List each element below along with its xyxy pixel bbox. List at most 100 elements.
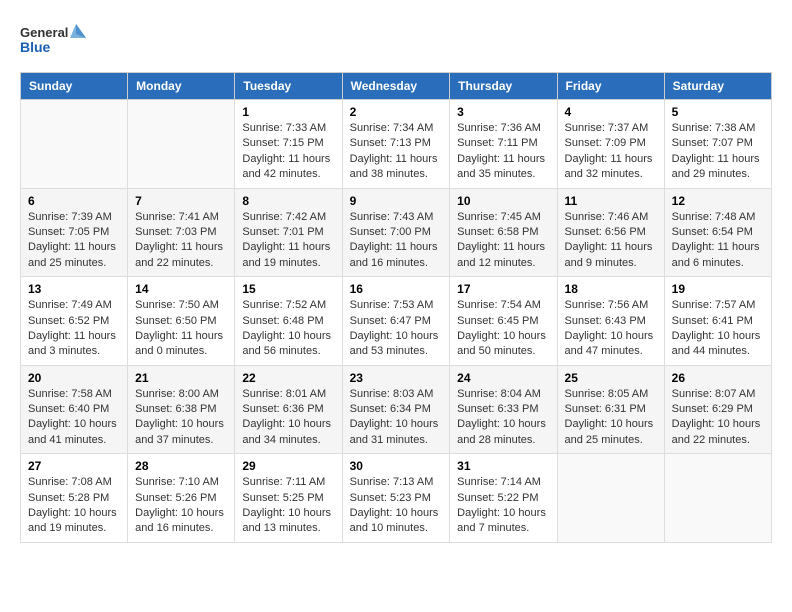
calendar-cell: 25 Sunrise: 8:05 AMSunset: 6:31 PMDaylig…: [557, 365, 664, 454]
day-info: Sunrise: 7:34 AMSunset: 7:13 PMDaylight:…: [350, 121, 443, 183]
header: General Blue: [20, 20, 772, 62]
day-info: Sunrise: 7:33 AMSunset: 7:15 PMDaylight:…: [242, 121, 334, 183]
day-info: Sunrise: 7:08 AMSunset: 5:28 PMDaylight:…: [28, 475, 120, 537]
day-number: 4: [565, 105, 657, 119]
day-info: Sunrise: 7:13 AMSunset: 5:23 PMDaylight:…: [350, 475, 443, 537]
day-number: 9: [350, 194, 443, 208]
day-number: 7: [135, 194, 227, 208]
day-number: 27: [28, 459, 120, 473]
day-number: 19: [672, 282, 764, 296]
day-number: 29: [242, 459, 334, 473]
calendar-cell: 13 Sunrise: 7:49 AMSunset: 6:52 PMDaylig…: [21, 277, 128, 366]
calendar-cell: 28 Sunrise: 7:10 AMSunset: 5:26 PMDaylig…: [128, 454, 235, 543]
day-number: 10: [457, 194, 549, 208]
day-info: Sunrise: 7:39 AMSunset: 7:05 PMDaylight:…: [28, 210, 120, 272]
day-number: 3: [457, 105, 549, 119]
day-info: Sunrise: 7:48 AMSunset: 6:54 PMDaylight:…: [672, 210, 764, 272]
calendar-cell: 30 Sunrise: 7:13 AMSunset: 5:23 PMDaylig…: [342, 454, 450, 543]
calendar-cell: 17 Sunrise: 7:54 AMSunset: 6:45 PMDaylig…: [450, 277, 557, 366]
calendar-week-4: 20 Sunrise: 7:58 AMSunset: 6:40 PMDaylig…: [21, 365, 772, 454]
weekday-header-friday: Friday: [557, 73, 664, 100]
day-info: Sunrise: 7:46 AMSunset: 6:56 PMDaylight:…: [565, 210, 657, 272]
calendar-cell: 16 Sunrise: 7:53 AMSunset: 6:47 PMDaylig…: [342, 277, 450, 366]
day-number: 17: [457, 282, 549, 296]
day-info: Sunrise: 7:57 AMSunset: 6:41 PMDaylight:…: [672, 298, 764, 360]
day-number: 22: [242, 371, 334, 385]
calendar-cell: 26 Sunrise: 8:07 AMSunset: 6:29 PMDaylig…: [664, 365, 771, 454]
calendar-week-1: 1 Sunrise: 7:33 AMSunset: 7:15 PMDayligh…: [21, 100, 772, 189]
day-info: Sunrise: 7:42 AMSunset: 7:01 PMDaylight:…: [242, 210, 334, 272]
day-info: Sunrise: 7:37 AMSunset: 7:09 PMDaylight:…: [565, 121, 657, 183]
svg-text:Blue: Blue: [20, 39, 51, 55]
calendar-cell: [128, 100, 235, 189]
calendar-cell: 12 Sunrise: 7:48 AMSunset: 6:54 PMDaylig…: [664, 188, 771, 277]
weekday-header-thursday: Thursday: [450, 73, 557, 100]
calendar-cell: 24 Sunrise: 8:04 AMSunset: 6:33 PMDaylig…: [450, 365, 557, 454]
day-number: 5: [672, 105, 764, 119]
day-info: Sunrise: 8:00 AMSunset: 6:38 PMDaylight:…: [135, 387, 227, 449]
calendar-cell: 9 Sunrise: 7:43 AMSunset: 7:00 PMDayligh…: [342, 188, 450, 277]
calendar-cell: 19 Sunrise: 7:57 AMSunset: 6:41 PMDaylig…: [664, 277, 771, 366]
calendar-cell: [557, 454, 664, 543]
day-info: Sunrise: 8:03 AMSunset: 6:34 PMDaylight:…: [350, 387, 443, 449]
day-info: Sunrise: 8:07 AMSunset: 6:29 PMDaylight:…: [672, 387, 764, 449]
calendar-cell: 14 Sunrise: 7:50 AMSunset: 6:50 PMDaylig…: [128, 277, 235, 366]
calendar-cell: [21, 100, 128, 189]
weekday-header-monday: Monday: [128, 73, 235, 100]
day-number: 21: [135, 371, 227, 385]
calendar-cell: 11 Sunrise: 7:46 AMSunset: 6:56 PMDaylig…: [557, 188, 664, 277]
day-number: 18: [565, 282, 657, 296]
day-number: 8: [242, 194, 334, 208]
calendar-week-2: 6 Sunrise: 7:39 AMSunset: 7:05 PMDayligh…: [21, 188, 772, 277]
day-number: 26: [672, 371, 764, 385]
day-number: 2: [350, 105, 443, 119]
logo: General Blue: [20, 20, 90, 62]
calendar-cell: 4 Sunrise: 7:37 AMSunset: 7:09 PMDayligh…: [557, 100, 664, 189]
day-info: Sunrise: 7:41 AMSunset: 7:03 PMDaylight:…: [135, 210, 227, 272]
day-number: 6: [28, 194, 120, 208]
calendar-cell: 22 Sunrise: 8:01 AMSunset: 6:36 PMDaylig…: [235, 365, 342, 454]
day-info: Sunrise: 7:45 AMSunset: 6:58 PMDaylight:…: [457, 210, 549, 272]
calendar-cell: 10 Sunrise: 7:45 AMSunset: 6:58 PMDaylig…: [450, 188, 557, 277]
day-info: Sunrise: 7:11 AMSunset: 5:25 PMDaylight:…: [242, 475, 334, 537]
day-number: 12: [672, 194, 764, 208]
calendar-cell: 2 Sunrise: 7:34 AMSunset: 7:13 PMDayligh…: [342, 100, 450, 189]
day-number: 30: [350, 459, 443, 473]
calendar-cell: 5 Sunrise: 7:38 AMSunset: 7:07 PMDayligh…: [664, 100, 771, 189]
calendar-cell: 18 Sunrise: 7:56 AMSunset: 6:43 PMDaylig…: [557, 277, 664, 366]
day-number: 24: [457, 371, 549, 385]
svg-text:General: General: [20, 25, 68, 40]
day-info: Sunrise: 7:14 AMSunset: 5:22 PMDaylight:…: [457, 475, 549, 537]
day-info: Sunrise: 8:04 AMSunset: 6:33 PMDaylight:…: [457, 387, 549, 449]
day-info: Sunrise: 7:53 AMSunset: 6:47 PMDaylight:…: [350, 298, 443, 360]
calendar-cell: 27 Sunrise: 7:08 AMSunset: 5:28 PMDaylig…: [21, 454, 128, 543]
calendar-week-3: 13 Sunrise: 7:49 AMSunset: 6:52 PMDaylig…: [21, 277, 772, 366]
day-number: 15: [242, 282, 334, 296]
day-info: Sunrise: 8:01 AMSunset: 6:36 PMDaylight:…: [242, 387, 334, 449]
calendar-cell: 6 Sunrise: 7:39 AMSunset: 7:05 PMDayligh…: [21, 188, 128, 277]
day-info: Sunrise: 7:50 AMSunset: 6:50 PMDaylight:…: [135, 298, 227, 360]
day-info: Sunrise: 7:36 AMSunset: 7:11 PMDaylight:…: [457, 121, 549, 183]
day-number: 11: [565, 194, 657, 208]
day-number: 28: [135, 459, 227, 473]
day-number: 20: [28, 371, 120, 385]
day-info: Sunrise: 7:43 AMSunset: 7:00 PMDaylight:…: [350, 210, 443, 272]
day-info: Sunrise: 7:54 AMSunset: 6:45 PMDaylight:…: [457, 298, 549, 360]
weekday-header-sunday: Sunday: [21, 73, 128, 100]
day-info: Sunrise: 8:05 AMSunset: 6:31 PMDaylight:…: [565, 387, 657, 449]
weekday-header-row: SundayMondayTuesdayWednesdayThursdayFrid…: [21, 73, 772, 100]
logo-svg: General Blue: [20, 20, 90, 62]
day-info: Sunrise: 7:38 AMSunset: 7:07 PMDaylight:…: [672, 121, 764, 183]
calendar-cell: 8 Sunrise: 7:42 AMSunset: 7:01 PMDayligh…: [235, 188, 342, 277]
day-info: Sunrise: 7:58 AMSunset: 6:40 PMDaylight:…: [28, 387, 120, 449]
day-info: Sunrise: 7:52 AMSunset: 6:48 PMDaylight:…: [242, 298, 334, 360]
day-number: 14: [135, 282, 227, 296]
day-number: 31: [457, 459, 549, 473]
weekday-header-tuesday: Tuesday: [235, 73, 342, 100]
weekday-header-saturday: Saturday: [664, 73, 771, 100]
calendar-cell: 31 Sunrise: 7:14 AMSunset: 5:22 PMDaylig…: [450, 454, 557, 543]
day-number: 23: [350, 371, 443, 385]
calendar-week-5: 27 Sunrise: 7:08 AMSunset: 5:28 PMDaylig…: [21, 454, 772, 543]
calendar-cell: 21 Sunrise: 8:00 AMSunset: 6:38 PMDaylig…: [128, 365, 235, 454]
weekday-header-wednesday: Wednesday: [342, 73, 450, 100]
